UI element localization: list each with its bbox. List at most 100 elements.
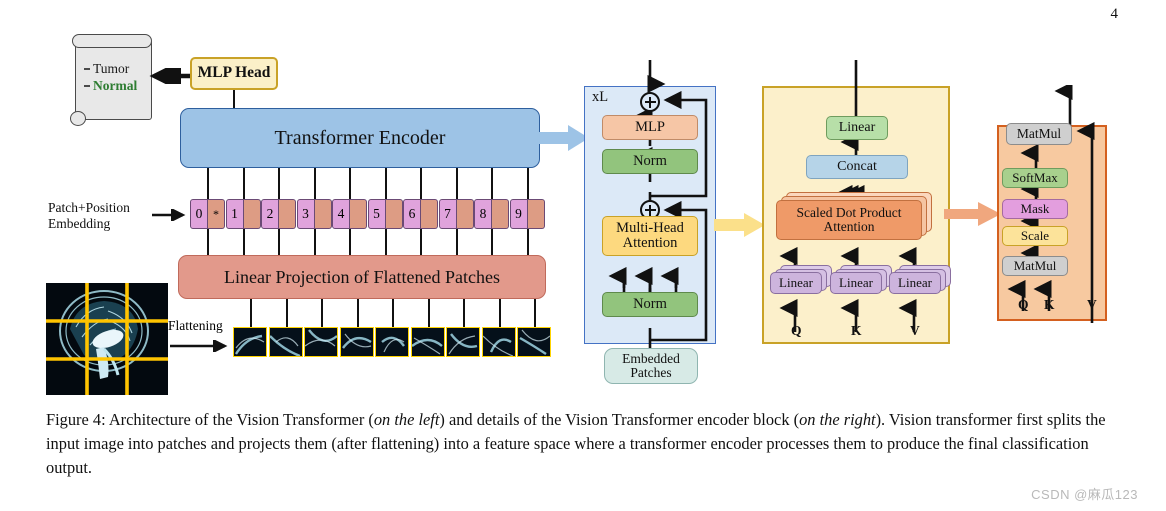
input-mri-image [46,283,168,395]
patch-stem [250,299,253,327]
token-embedding [421,199,438,229]
patch-token: 5 [367,199,403,229]
linear-projection-box: Linear Projection of Flattened Patches [178,255,546,299]
patch-stem [534,299,537,327]
sdp-input-q-label: Q [1018,297,1029,312]
patch-token: 8 [474,199,509,229]
token-stem-down [420,229,423,256]
token-embedding [527,199,545,229]
patch-stem [498,299,501,327]
patch-token: 7 [438,199,474,229]
token-index: 9 [509,199,528,229]
token-stem-down [207,229,210,256]
token-stem-up [455,168,458,199]
token-stem-down [384,229,387,256]
arrow-mlp-to-result [149,68,192,84]
patch-stem [427,299,430,327]
scale-box: Scale [1002,226,1068,246]
encoder-multihead-attention-box: Multi-Head Attention [602,216,698,256]
encoder-norm-bottom-box: Norm [602,292,698,317]
image-patch [304,327,338,357]
caption-mid: ) and details of the Vision Transformer … [439,410,800,429]
token-stem-down [455,229,458,256]
patch-token: 1 [225,199,261,229]
token-stem-up [384,168,387,199]
bullet-dash-icon [84,85,90,87]
image-patch [268,327,303,357]
caption-emphasis-left: on the left [373,410,440,429]
token-stem-down [242,229,245,256]
flattening-label: Flattening [168,318,223,333]
token-index: 3 [296,199,315,229]
arrow-mha-to-detail [714,213,765,237]
linear-q-box: Linear [770,272,822,294]
bullet-dash-icon [84,68,90,70]
watermark: CSDN @麻瓜123 [1031,487,1138,502]
token-stem-down [278,229,281,256]
token-stem-up [278,168,281,199]
mha-output-linear-box: Linear [826,116,888,140]
token-stem-up [420,168,423,199]
caption-emphasis-right: on the right [799,410,876,429]
image-patch [339,327,374,357]
token-embedding [350,199,367,229]
token-index: 5 [367,199,386,229]
token-index: 4 [332,199,350,229]
token-index: 0 [190,199,208,229]
mha-input-q-label: Q [791,323,802,338]
page-number: 4 [1110,6,1119,22]
mask-box: Mask [1002,199,1068,219]
token-stem-down [313,229,316,256]
token-embedding [492,199,509,229]
arrow-encoder-to-detail [538,125,589,151]
arrow-sdp-to-detail [944,202,1001,226]
encoder-mlp-box: MLP [602,115,698,140]
token-embedding [243,199,261,229]
token-embedding: * [208,199,225,229]
image-patch [481,327,516,357]
mha-input-v-label: V [910,323,920,338]
mha-input-k-label: K [851,323,862,338]
token-stem-down [526,229,529,256]
list-item: Tumor [84,61,148,77]
patch-stem [356,299,359,327]
token-stem-up [313,168,316,199]
patch-stem [463,299,466,327]
image-patch [410,327,445,357]
figure-caption: Figure 4: Architecture of the Vision Tra… [46,408,1124,479]
image-patch [233,327,267,357]
token-index: 6 [403,199,421,229]
figure-container: 4 Tumor Normal MLP Head Transformer Enco… [0,0,1166,511]
scaled-dot-product-attention-box: Scaled Dot Product Attention [776,200,922,240]
connector-mlphead-encoder [233,90,236,108]
token-embedding [456,199,474,229]
scaled-dot-product-stack: Scaled Dot Product Attention [776,192,932,244]
token-embedding [385,199,403,229]
residual-add-top-icon [640,92,660,112]
token-stem-down [349,229,352,256]
token-stem-up [526,168,529,199]
token-embedding [314,199,332,229]
image-patch [375,327,409,357]
sdp-input-v-label: V [1087,297,1097,312]
result-label-normal: Normal [93,78,138,93]
list-item: Normal [84,78,148,94]
embedded-patches-box: Embedded Patches [604,348,698,384]
token-embedding [279,199,296,229]
classification-result-card: Tumor Normal [70,34,152,126]
token-index: 1 [225,199,244,229]
token-stem-down [491,229,494,256]
softmax-box: SoftMax [1002,168,1068,188]
image-patch [446,327,480,357]
patch-stem [392,299,395,327]
token-stem-up [349,168,352,199]
arrow-flattening [170,340,228,352]
patch-token: 4 [332,199,367,229]
caption-prefix: Figure 4: Architecture of the Vision Tra… [46,410,374,429]
patch-token: 2 [261,199,296,229]
patch-position-embedding-label: Patch+Position Embedding [48,200,130,231]
encoder-norm-top-box: Norm [602,149,698,174]
patch-stem [321,299,324,327]
patch-token: 6 [403,199,438,229]
patch-token: 0 * [190,199,225,229]
